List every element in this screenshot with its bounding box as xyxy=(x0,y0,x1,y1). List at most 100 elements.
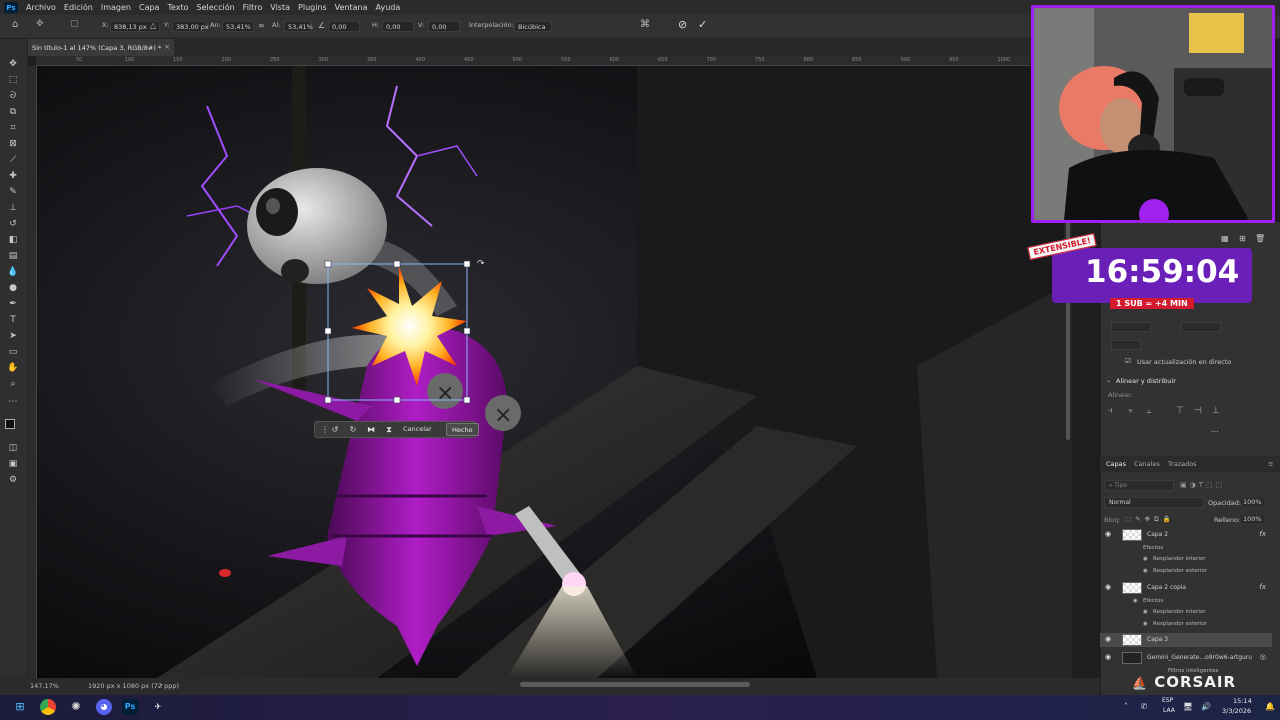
effect-eye-icon[interactable]: ◉ xyxy=(1143,568,1148,574)
close-tab-icon[interactable]: × xyxy=(164,43,170,51)
tray-chevron-icon[interactable]: ˄ xyxy=(1118,699,1134,715)
zoom-tool-icon[interactable]: ⌕ xyxy=(5,377,21,391)
pen-tool-icon[interactable]: ✒ xyxy=(5,297,21,311)
flip-vertical-icon[interactable]: ⧗ xyxy=(383,424,395,435)
menu-seleccion[interactable]: Selección xyxy=(193,3,239,12)
chrome-icon[interactable] xyxy=(40,699,56,715)
frame-tool-icon[interactable]: ⊠ xyxy=(5,137,21,151)
gradient-tool-icon[interactable]: ▤ xyxy=(5,249,21,263)
menu-ayuda[interactable]: Ayuda xyxy=(372,3,405,12)
v-skew-field[interactable]: 0,00 xyxy=(428,21,460,32)
menu-imagen[interactable]: Imagen xyxy=(97,3,135,12)
visibility-eye-icon[interactable]: ◉ xyxy=(1105,583,1111,591)
photoshop-taskbar-icon[interactable]: Ps xyxy=(122,699,138,715)
hand-tool-icon[interactable]: ✋ xyxy=(5,361,21,375)
commit-transform-icon[interactable]: ✓ xyxy=(698,18,707,31)
move-tool-icon[interactable]: ✥ xyxy=(5,57,21,71)
rotate-left-icon[interactable]: ↺ xyxy=(329,424,341,435)
home-icon[interactable]: ⌂ xyxy=(12,19,18,30)
effect-eye-icon[interactable]: ◉ xyxy=(1143,621,1148,627)
y-position-field[interactable]: 383,00 px xyxy=(172,21,209,32)
fx-icon[interactable]: fx xyxy=(1259,530,1266,538)
status-expand-icon[interactable]: › xyxy=(160,681,163,689)
openai-icon[interactable]: ✺ xyxy=(68,699,84,715)
menu-filtro[interactable]: Filtro xyxy=(239,3,267,12)
document-canvas[interactable]: × × ↷ xyxy=(37,66,1064,678)
steam-icon[interactable]: ✈ xyxy=(150,699,166,715)
healing-brush-tool-icon[interactable]: ✚ xyxy=(5,169,21,183)
properties-angle-field[interactable] xyxy=(1111,340,1141,350)
notifications-icon[interactable]: 🔔 xyxy=(1262,699,1278,715)
wifi-icon[interactable]: ✆ xyxy=(1136,699,1152,715)
blend-mode-select[interactable]: Normal xyxy=(1104,497,1204,508)
rectangle-tool-icon[interactable]: ▭ xyxy=(5,345,21,359)
layer-row[interactable]: ◉ Capa 2 fx xyxy=(1100,528,1272,542)
align-right-icon[interactable]: ⫠ xyxy=(1146,406,1151,416)
angle-field[interactable]: 0,00 xyxy=(328,21,360,32)
align-center-icon[interactable]: ⫟ xyxy=(1128,406,1133,416)
align-top-icon[interactable]: ⊤ xyxy=(1176,406,1184,416)
align-bottom-icon[interactable]: ⊥ xyxy=(1212,406,1220,416)
menu-ventana[interactable]: Ventana xyxy=(331,3,372,12)
foreground-color-swatch[interactable] xyxy=(5,419,15,429)
done-button[interactable]: Hecho xyxy=(446,423,479,436)
more-tools-icon[interactable]: ⋯ xyxy=(5,395,21,409)
panel-folder-icon[interactable]: ▦ xyxy=(1221,234,1229,243)
object-select-tool-icon[interactable]: ⧉ xyxy=(5,105,21,119)
extras-icon[interactable]: ⚙ xyxy=(5,473,21,487)
marquee-tool-icon[interactable]: ⬚ xyxy=(5,73,21,87)
eyedropper-tool-icon[interactable]: ⟋ xyxy=(5,153,21,167)
menu-archivo[interactable]: Archivo xyxy=(22,3,60,12)
network-icon[interactable]: 🖥 xyxy=(1180,699,1196,715)
opacity-field[interactable]: 100% xyxy=(1241,498,1264,506)
eraser-tool-icon[interactable]: ◧ xyxy=(5,233,21,247)
interpolation-select[interactable]: Bicúbica xyxy=(514,21,552,32)
menu-texto[interactable]: Texto xyxy=(163,3,192,12)
clock-date[interactable]: 3/3/2026 xyxy=(1222,707,1251,715)
tab-canales[interactable]: Canales xyxy=(1134,460,1160,468)
brush-tool-icon[interactable]: ✎ xyxy=(5,185,21,199)
layer-filter-search[interactable]: ⌕ Tipo xyxy=(1104,480,1174,491)
windows-start-icon[interactable]: ⊞ xyxy=(12,699,28,715)
flip-horizontal-icon[interactable]: ⧓ xyxy=(365,424,377,435)
input-language[interactable]: ESP xyxy=(1162,697,1173,704)
fill-field[interactable]: 100% xyxy=(1241,515,1264,523)
height-field[interactable]: 53,41% xyxy=(284,21,313,32)
visibility-eye-icon[interactable]: ◉ xyxy=(1105,530,1111,538)
zoom-level[interactable]: 147,17% xyxy=(30,682,59,690)
menu-plugins[interactable]: Plugins xyxy=(294,3,331,12)
delta-icon[interactable]: △ xyxy=(150,21,156,30)
dodge-tool-icon[interactable]: ● xyxy=(5,281,21,295)
layer-row-selected[interactable]: ◉ Capa 3 xyxy=(1100,633,1272,647)
properties-y-field[interactable] xyxy=(1181,322,1221,332)
crop-tool-icon[interactable]: ⌗ xyxy=(5,121,21,135)
move-tool-preset-icon[interactable]: ✥ xyxy=(36,19,44,29)
width-field[interactable]: 53,41% xyxy=(222,21,254,32)
effect-eye-icon[interactable]: ◉ xyxy=(1143,556,1148,562)
clock-time[interactable]: 15:14 xyxy=(1233,697,1252,705)
tab-capas[interactable]: Capas xyxy=(1106,460,1126,468)
blur-tool-icon[interactable]: 💧 xyxy=(5,265,21,279)
path-select-tool-icon[interactable]: ➤ xyxy=(5,329,21,343)
lasso-tool-icon[interactable]: ᘐ xyxy=(5,89,21,103)
layer-row[interactable]: ◉ Gemini_Generate...o9r0w6-artguru ◎ xyxy=(1100,651,1272,665)
document-tab[interactable]: Sin título-1 al 147% (Capa 3, RGB/8#) * … xyxy=(28,39,174,56)
warp-icon[interactable]: ⌘ xyxy=(640,19,650,30)
reference-point-icon[interactable]: ▢ xyxy=(70,19,79,29)
history-brush-tool-icon[interactable]: ↺ xyxy=(5,217,21,231)
align-left-icon[interactable]: ⫞ xyxy=(1108,406,1113,416)
properties-w-field[interactable] xyxy=(1111,322,1151,332)
menu-vista[interactable]: Vista xyxy=(266,3,294,12)
link-proportions-icon[interactable]: ∞ xyxy=(258,21,265,30)
screen-mode-icon[interactable]: ▣ xyxy=(5,457,21,471)
layer-row[interactable]: ◉ Capa 2 copia fx xyxy=(1100,581,1272,595)
quick-mask-icon[interactable]: ◫ xyxy=(5,441,21,455)
discord-icon[interactable]: ◕ xyxy=(96,699,112,715)
h-skew-field[interactable]: 0,00 xyxy=(382,21,414,32)
rotate-right-icon[interactable]: ↻ xyxy=(347,424,359,435)
lock-options-icons[interactable]: ⬚✎✥⧉🔒 xyxy=(1125,515,1175,524)
input-region[interactable]: LAA xyxy=(1163,707,1175,714)
align-expand-icon[interactable]: ⌄ xyxy=(1106,377,1111,384)
layer-filter-icons[interactable]: ▣◑T⬚⬚ xyxy=(1180,481,1225,489)
clone-stamp-tool-icon[interactable]: ⊥ xyxy=(5,201,21,215)
